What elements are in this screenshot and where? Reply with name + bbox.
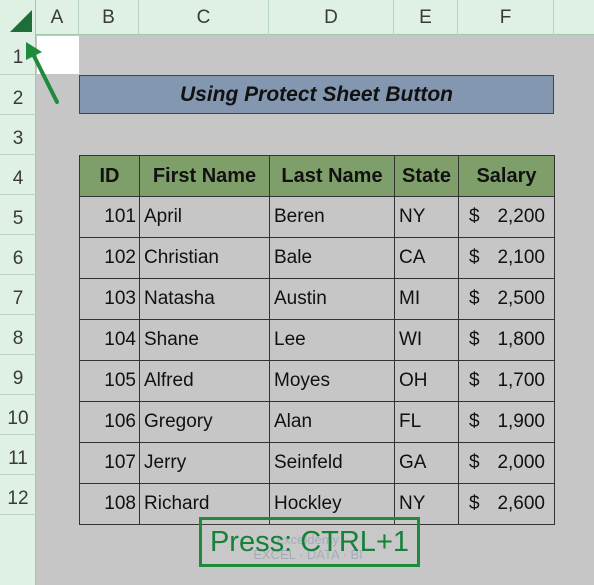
salary-value: 1,900	[497, 411, 545, 432]
row-header-5[interactable]: 5	[0, 195, 36, 235]
cell-state[interactable]: GA	[394, 442, 459, 484]
cell-state[interactable]: MI	[394, 278, 459, 320]
currency-symbol: $	[469, 206, 480, 227]
row-header-3[interactable]: 3	[0, 115, 36, 155]
cell-salary[interactable]: $2,200	[458, 196, 555, 238]
cell-first-name[interactable]: Alfred	[139, 360, 270, 402]
cell-last-name[interactable]: Seinfeld	[269, 442, 395, 484]
table-row: 105 Alfred Moyes OH $1,700	[79, 360, 555, 402]
cell-last-name[interactable]: Austin	[269, 278, 395, 320]
column-header-e[interactable]: E	[394, 0, 458, 35]
row-header-11[interactable]: 11	[0, 435, 36, 475]
cell-first-name[interactable]: April	[139, 196, 270, 238]
cell-first-name[interactable]: Shane	[139, 319, 270, 361]
cell-state[interactable]: FL	[394, 401, 459, 443]
cell-id[interactable]: 104	[79, 319, 140, 361]
table-row: 103 Natasha Austin MI $2,500	[79, 278, 555, 320]
cell-id[interactable]: 103	[79, 278, 140, 320]
table-header-row: ID First Name Last Name State Salary	[79, 155, 555, 197]
table-row: 107 Jerry Seinfeld GA $2,000	[79, 442, 555, 484]
table-row: 101 April Beren NY $2,200	[79, 196, 555, 238]
header-first-name[interactable]: First Name	[139, 155, 270, 197]
pointer-arrow-icon	[26, 42, 59, 104]
header-last-name[interactable]: Last Name	[269, 155, 395, 197]
select-all-corner[interactable]	[0, 0, 36, 35]
cell-state[interactable]: WI	[394, 319, 459, 361]
cell-salary[interactable]: $2,100	[458, 237, 555, 279]
row-header-7[interactable]: 7	[0, 275, 36, 315]
data-table: ID First Name Last Name State Salary 101…	[79, 155, 555, 525]
row-header-8[interactable]: 8	[0, 315, 36, 355]
cell-salary[interactable]: $1,800	[458, 319, 555, 361]
cell-salary[interactable]: $2,600	[458, 483, 555, 525]
cell-first-name[interactable]: Gregory	[139, 401, 270, 443]
cell-id[interactable]: 105	[79, 360, 140, 402]
shortcut-callout: Press: CTRL+1	[199, 517, 420, 567]
row-header-6[interactable]: 6	[0, 235, 36, 275]
cell-first-name[interactable]: Jerry	[139, 442, 270, 484]
cell-last-name[interactable]: Beren	[269, 196, 395, 238]
header-salary[interactable]: Salary	[458, 155, 555, 197]
salary-value: 2,000	[497, 452, 545, 473]
column-header-f[interactable]: F	[458, 0, 554, 35]
cell-state[interactable]: OH	[394, 360, 459, 402]
table-row: 104 Shane Lee WI $1,800	[79, 319, 555, 361]
cell-id[interactable]: 108	[79, 483, 140, 525]
cell-id[interactable]: 102	[79, 237, 140, 279]
cell-salary[interactable]: $1,700	[458, 360, 555, 402]
cell-state[interactable]: NY	[394, 196, 459, 238]
table-row: 106 Gregory Alan FL $1,900	[79, 401, 555, 443]
cell-salary[interactable]: $2,500	[458, 278, 555, 320]
column-header-b[interactable]: B	[79, 0, 139, 35]
cell-last-name[interactable]: Bale	[269, 237, 395, 279]
cell-state[interactable]: CA	[394, 237, 459, 279]
cell-first-name[interactable]: Christian	[139, 237, 270, 279]
salary-value: 2,500	[497, 288, 545, 309]
salary-value: 2,100	[497, 247, 545, 268]
column-header-d[interactable]: D	[269, 0, 394, 35]
cell-id[interactable]: 101	[79, 196, 140, 238]
row-header-4[interactable]: 4	[0, 155, 36, 195]
currency-symbol: $	[469, 247, 480, 268]
currency-symbol: $	[469, 370, 480, 391]
cell-last-name[interactable]: Alan	[269, 401, 395, 443]
header-state[interactable]: State	[394, 155, 459, 197]
table-row: 102 Christian Bale CA $2,100	[79, 237, 555, 279]
cell-salary[interactable]: $1,900	[458, 401, 555, 443]
column-header-a[interactable]: A	[36, 0, 79, 35]
currency-symbol: $	[469, 411, 480, 432]
currency-symbol: $	[469, 288, 480, 309]
sheet-title[interactable]: Using Protect Sheet Button	[79, 75, 554, 114]
salary-value: 2,600	[497, 493, 545, 514]
cell-last-name[interactable]: Moyes	[269, 360, 395, 402]
currency-symbol: $	[469, 452, 480, 473]
row-header-10[interactable]: 10	[0, 395, 36, 435]
row-header-12[interactable]: 12	[0, 475, 36, 515]
salary-value: 1,700	[497, 370, 545, 391]
select-all-icon	[10, 10, 32, 32]
cell-id[interactable]: 107	[79, 442, 140, 484]
cell-id[interactable]: 106	[79, 401, 140, 443]
row-header-9[interactable]: 9	[0, 355, 36, 395]
column-header-c[interactable]: C	[139, 0, 269, 35]
cell-first-name[interactable]: Natasha	[139, 278, 270, 320]
currency-symbol: $	[469, 329, 480, 350]
cell-last-name[interactable]: Lee	[269, 319, 395, 361]
salary-value: 1,800	[497, 329, 545, 350]
header-id[interactable]: ID	[79, 155, 140, 197]
cell-salary[interactable]: $2,000	[458, 442, 555, 484]
currency-symbol: $	[469, 493, 480, 514]
salary-value: 2,200	[497, 206, 545, 227]
